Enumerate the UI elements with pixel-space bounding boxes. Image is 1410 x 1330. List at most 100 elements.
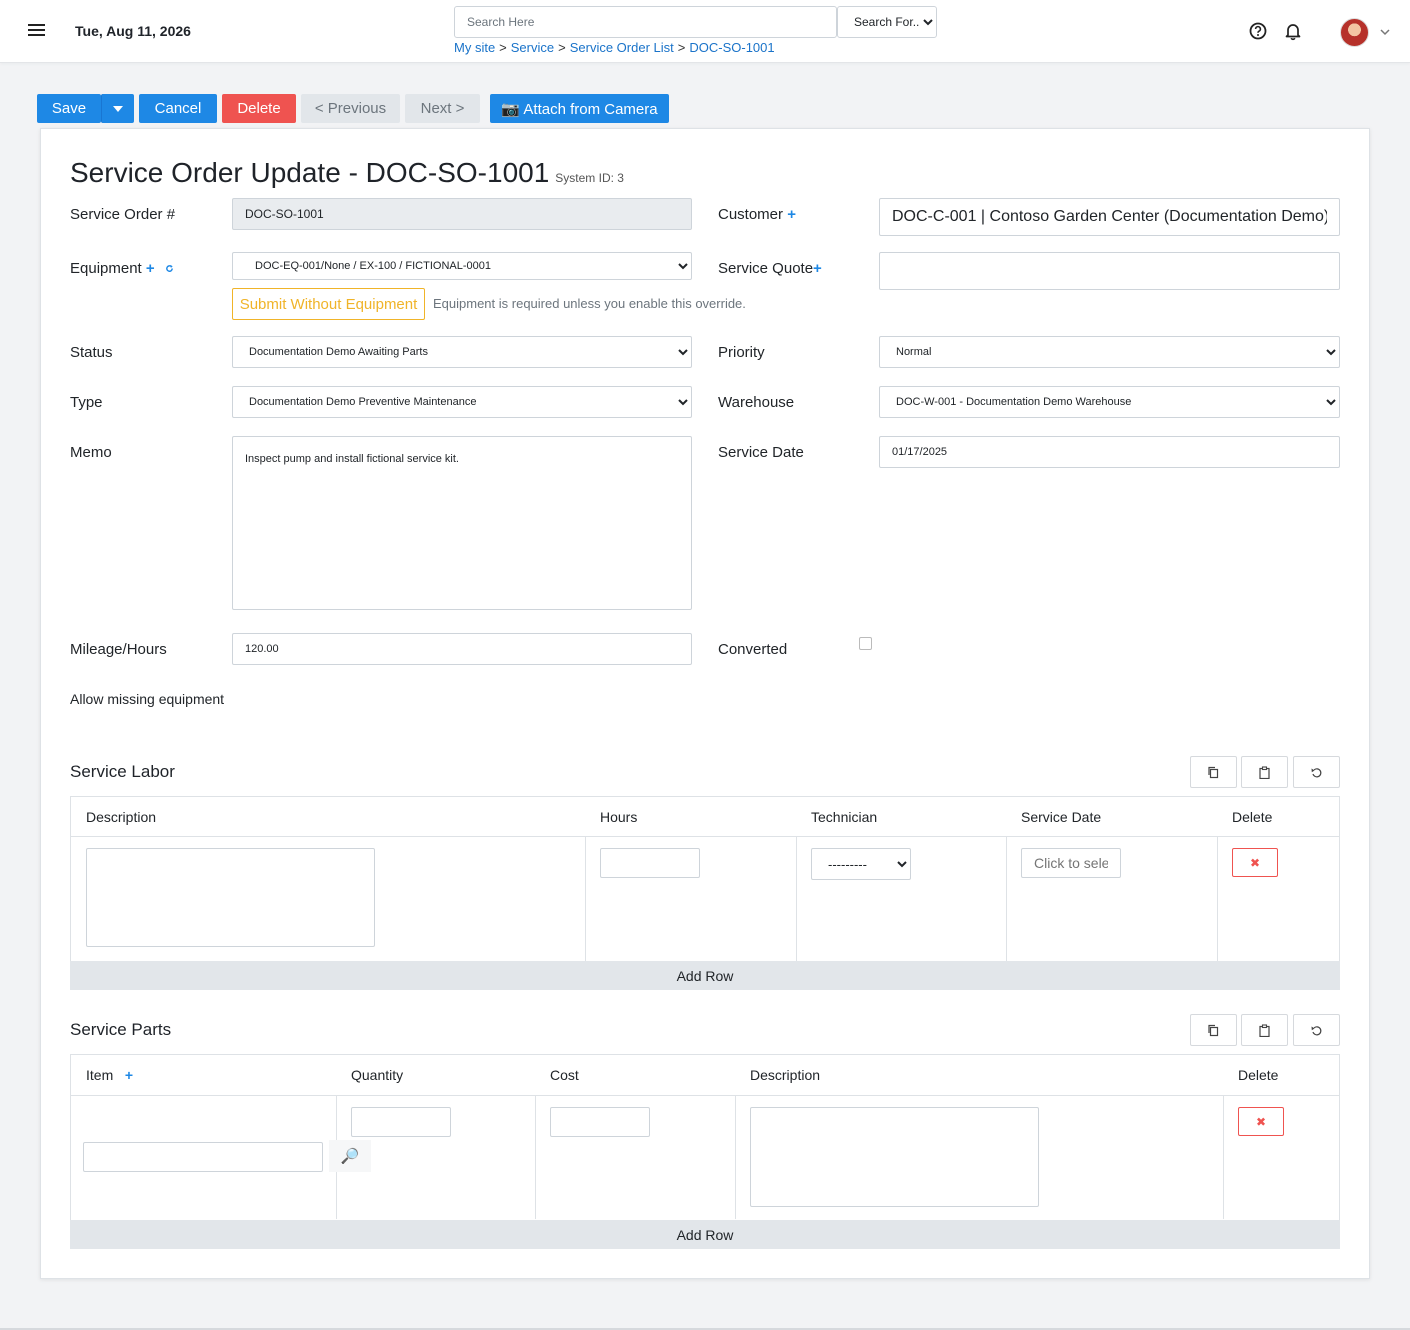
converted-checkbox[interactable] [859, 637, 872, 650]
refresh-icon[interactable] [165, 264, 174, 273]
bell-icon[interactable] [1283, 21, 1303, 41]
breadcrumb-service[interactable]: Service [511, 40, 554, 55]
labor-col-service-date: Service Date [1021, 808, 1102, 825]
search-input[interactable] [454, 6, 837, 38]
labor-copy-button[interactable] [1190, 756, 1237, 788]
labor-technician-select[interactable]: --------- [811, 848, 911, 880]
parts-col-cost: Cost [550, 1067, 579, 1083]
labor-col-description: Description [86, 808, 157, 825]
parts-description-input[interactable] [750, 1107, 1039, 1207]
parts-paste-button[interactable] [1241, 1014, 1288, 1046]
labor-col-delete: Delete [1232, 808, 1273, 825]
labor-col-hours: Hours [600, 808, 638, 825]
add-item-icon[interactable]: + [125, 1067, 133, 1083]
save-button[interactable]: Save [37, 94, 101, 123]
breadcrumb-service-order-list[interactable]: Service Order List [570, 40, 674, 55]
clipboard-icon [1259, 765, 1270, 779]
add-service-quote-icon[interactable]: + [813, 260, 822, 277]
mileage-label: Mileage/Hours [70, 641, 167, 658]
labor-col-technician: Technician [811, 808, 878, 825]
copy-icon [1208, 1024, 1219, 1036]
memo-label: Memo [70, 444, 112, 461]
labor-delete-row-button[interactable]: ✖ [1232, 848, 1278, 877]
previous-button[interactable]: < Previous [301, 94, 400, 123]
converted-label: Converted [718, 641, 788, 658]
breadcrumb-current[interactable]: DOC-SO-1001 [689, 40, 774, 55]
allow-missing-equipment-label: Allow missing equipment [70, 691, 225, 707]
parts-cost-input[interactable] [550, 1107, 650, 1137]
parts-delete-row-button[interactable]: ✖ [1238, 1107, 1284, 1136]
status-select[interactable]: Documentation Demo Awaiting Parts [232, 336, 692, 368]
mileage-field[interactable] [232, 633, 692, 665]
breadcrumb-my-site[interactable]: My site [454, 40, 495, 55]
save-dropdown-button[interactable] [101, 94, 134, 123]
page-title-text: Service Order Update - DOC-SO-1001 [70, 157, 550, 188]
delete-button[interactable]: Delete [222, 94, 296, 123]
breadcrumb: My site > Service > Service Order List > DOC-S… [454, 40, 775, 55]
warehouse-label: Warehouse [718, 394, 795, 411]
customer-label: Customer + [718, 206, 796, 223]
caret-down-icon [113, 105, 123, 112]
user-avatar[interactable] [1340, 18, 1369, 47]
type-select[interactable]: Documentation Demo Preventive Maintenanc… [232, 386, 692, 418]
labor-hours-input[interactable] [600, 848, 700, 878]
service-order-field [232, 198, 692, 230]
cancel-button[interactable]: Cancel [139, 94, 217, 123]
labor-service-date-input[interactable] [1021, 848, 1121, 878]
labor-description-input[interactable] [86, 848, 375, 947]
service-parts-title: Service Parts [70, 1020, 172, 1039]
parts-item-input[interactable] [83, 1142, 323, 1172]
add-equipment-icon[interactable]: + [146, 260, 155, 277]
labor-add-row-button[interactable]: Add Row [70, 961, 1340, 990]
page-title: Service Order Update - DOC-SO-1001 System… [70, 157, 624, 189]
parts-col-item-text: Item [86, 1067, 114, 1083]
labor-paste-button[interactable] [1241, 756, 1288, 788]
menu-icon[interactable] [28, 24, 45, 38]
help-icon[interactable] [1248, 21, 1268, 41]
parts-quantity-input[interactable] [351, 1107, 451, 1137]
service-date-label: Service Date [718, 444, 804, 461]
undo-icon [1311, 767, 1322, 777]
add-customer-icon[interactable]: + [787, 206, 796, 223]
status-label: Status [70, 344, 113, 361]
service-date-field[interactable] [879, 436, 1340, 468]
table-divider [796, 836, 797, 961]
next-button[interactable]: Next > [405, 94, 480, 123]
undo-icon [1311, 1025, 1322, 1035]
priority-select[interactable]: Normal [879, 336, 1340, 368]
breadcrumb-separator: > [558, 40, 566, 55]
table-divider [1217, 836, 1218, 961]
table-divider [1006, 836, 1007, 961]
submit-without-equipment-button[interactable]: Submit Without Equipment [232, 288, 425, 320]
customer-field[interactable] [879, 198, 1340, 236]
top-bar: Tue, Aug 11, 2026 Search For... My site >… [0, 0, 1410, 63]
warehouse-select[interactable]: DOC-W-001 - Documentation Demo Warehouse [879, 386, 1340, 418]
parts-col-description: Description [750, 1067, 821, 1083]
service-labor-title: Service Labor [70, 762, 175, 781]
attach-camera-button[interactable]: 📷 Attach from Camera [490, 94, 669, 123]
chevron-down-icon[interactable] [1379, 26, 1391, 38]
clipboard-icon [1259, 1023, 1270, 1037]
table-divider [535, 1095, 536, 1219]
equipment-select[interactable]: DOC-EQ-001/None / EX-100 / FICTIONAL-000… [232, 252, 692, 280]
memo-textarea[interactable]: Inspect pump and install fictional servi… [232, 436, 692, 610]
service-quote-label: Service Quote+ [718, 260, 822, 277]
service-quote-field[interactable] [879, 252, 1340, 290]
equipment-label: Equipment + [70, 260, 174, 277]
search-for-select[interactable]: Search For... [837, 6, 937, 38]
table-divider [71, 836, 1339, 837]
type-label: Type [70, 394, 103, 411]
copy-icon [1208, 766, 1219, 778]
item-lookup-icon[interactable]: 🔎 [329, 1140, 371, 1172]
service-order-label: Service Order # [70, 206, 176, 223]
current-date: Tue, Aug 11, 2026 [75, 23, 191, 39]
system-id: System ID: 3 [555, 171, 624, 185]
parts-add-row-button[interactable]: Add Row [70, 1220, 1340, 1249]
parts-copy-button[interactable] [1190, 1014, 1237, 1046]
table-divider [1223, 1095, 1224, 1219]
service-quote-label-text: Service Quote [718, 260, 814, 277]
breadcrumb-separator: > [677, 40, 686, 55]
equipment-help-text: Equipment is required unless you enable … [433, 296, 746, 311]
parts-undo-button[interactable] [1293, 1014, 1340, 1046]
labor-undo-button[interactable] [1293, 756, 1340, 788]
